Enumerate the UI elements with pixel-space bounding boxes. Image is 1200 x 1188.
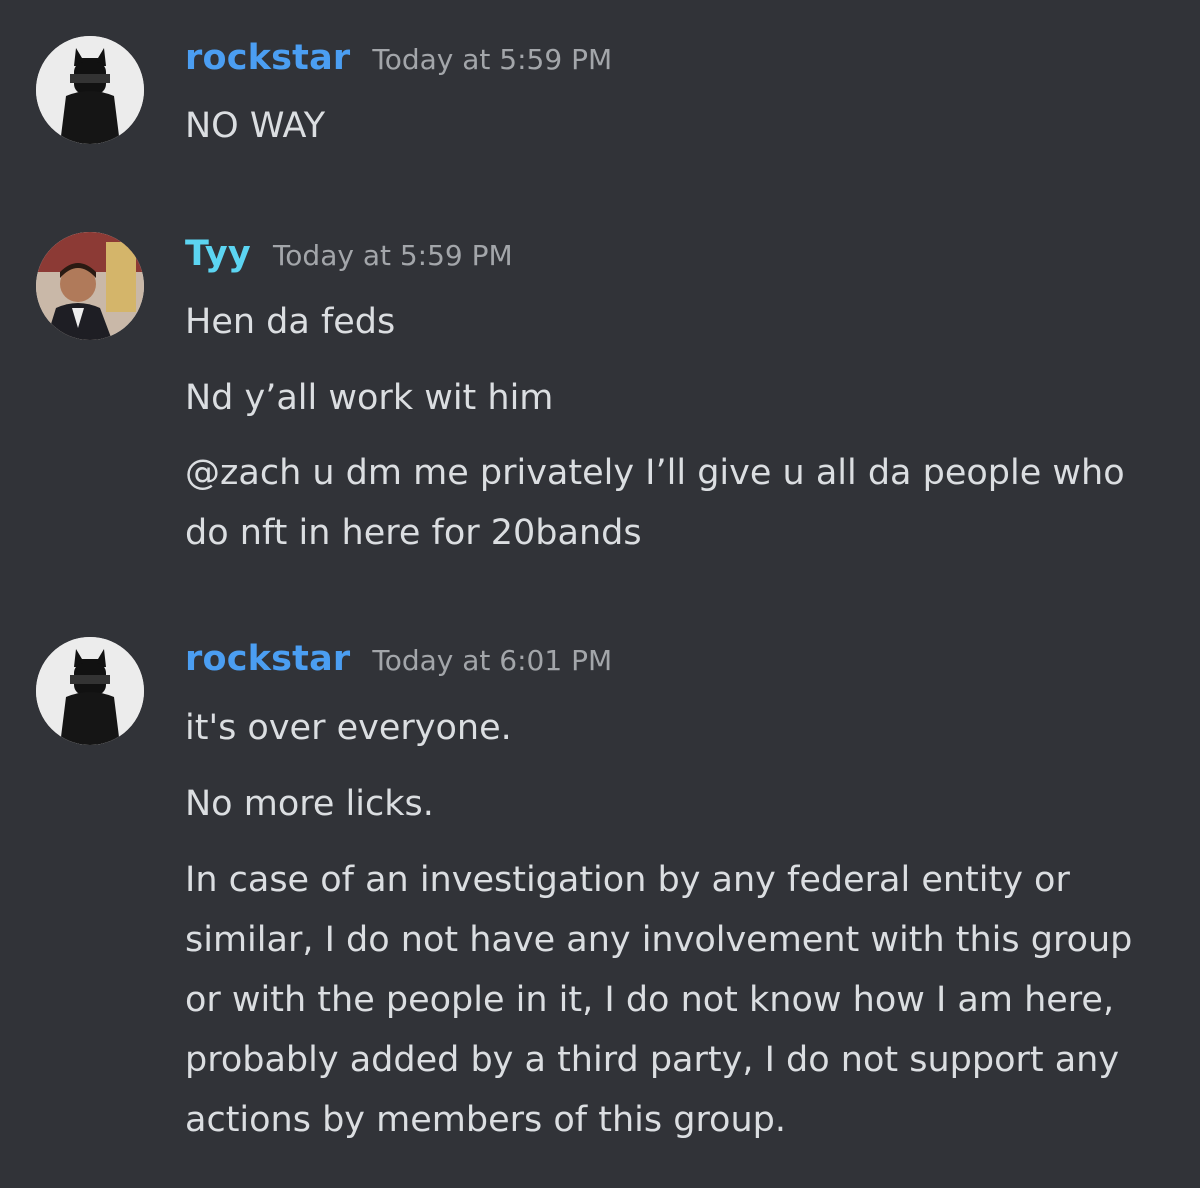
message-header: rockstar Today at 6:01 PM: [185, 639, 612, 679]
masked-figure-avatar-icon: [36, 637, 144, 745]
avatar[interactable]: [36, 232, 144, 340]
message-text: Nd y’all work wit him: [185, 378, 554, 418]
message-text: Hen da feds: [185, 302, 396, 342]
message-text: it's over everyone.: [185, 708, 512, 748]
timestamp: Today at 6:01 PM: [372, 644, 613, 677]
masked-figure-avatar-icon: [36, 36, 144, 144]
username[interactable]: rockstar: [185, 38, 350, 78]
message-text: @zach u dm me privately I’ll give u all …: [185, 453, 1136, 553]
username[interactable]: rockstar: [185, 639, 350, 679]
message-text: NO WAY: [185, 106, 326, 146]
avatar[interactable]: [36, 637, 144, 745]
man-portrait-avatar-icon: [36, 232, 144, 340]
message-text: No more licks.: [185, 784, 434, 824]
timestamp: Today at 5:59 PM: [272, 239, 513, 272]
message-header: rockstar Today at 5:59 PM: [185, 38, 612, 78]
avatar[interactable]: [36, 36, 144, 144]
message-header: Tyy Today at 5:59 PM: [185, 234, 513, 274]
timestamp: Today at 5:59 PM: [372, 43, 613, 76]
message-text: In case of an investigation by any feder…: [185, 860, 1144, 1140]
username[interactable]: Tyy: [185, 234, 251, 274]
